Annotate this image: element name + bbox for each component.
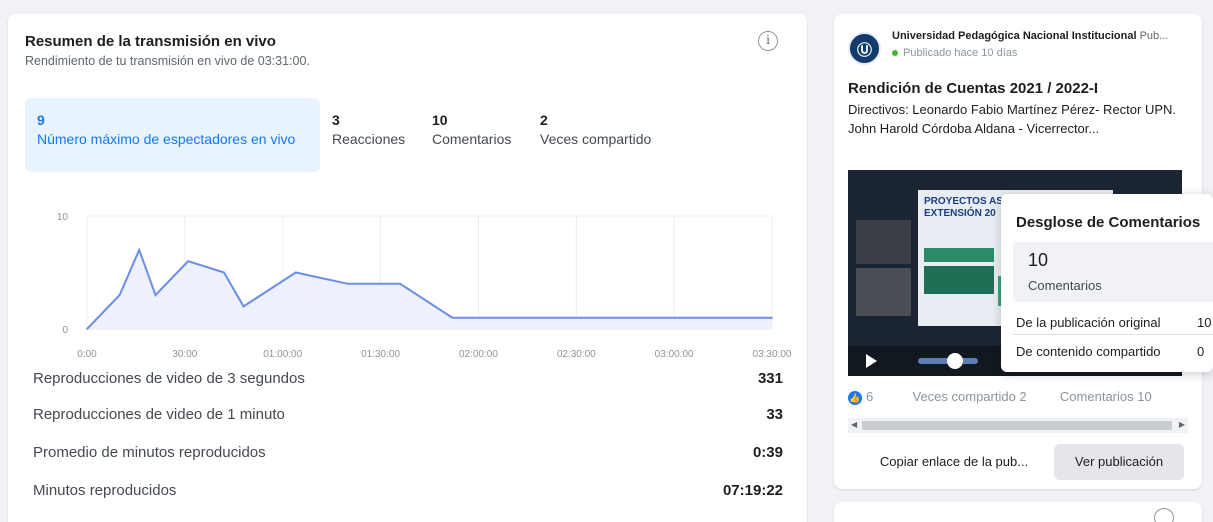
viewers-chart: 0:00 30:00 01:00:00 01:30:00 02:00:00 02:30:0… bbox=[57, 212, 792, 360]
y-tick-label: 0 bbox=[62, 325, 68, 336]
data-point bbox=[771, 316, 773, 319]
popover-row: De la publicación original 10 bbox=[1016, 315, 1211, 330]
tab-comments[interactable]: 10 Comentarios bbox=[420, 98, 528, 172]
page-logo[interactable]: Ⓤ bbox=[848, 32, 881, 65]
popover-row-label: De contenido compartido bbox=[1016, 344, 1161, 359]
popover-row-value: 0 bbox=[1197, 344, 1205, 359]
popover-total-box: 10 Comentarios bbox=[1013, 242, 1213, 302]
comments-breakdown-popover: Desglose de Comentarios 10 Comentarios D… bbox=[1001, 194, 1213, 372]
post-title[interactable]: Rendición de Cuentas 2021 / 2022-I bbox=[848, 80, 1098, 97]
divider bbox=[1013, 334, 1213, 335]
data-point bbox=[154, 294, 157, 296]
stat-value: 33 bbox=[766, 406, 783, 423]
publish-time: Publicado hace 10 días bbox=[903, 47, 1018, 59]
scroll-right-icon[interactable]: ▶ bbox=[1179, 420, 1185, 429]
metric-label: Número máximo de espectadores en vivo bbox=[37, 131, 296, 147]
x-tick-label: 01:00:00 bbox=[263, 349, 302, 360]
popover-row-value: 10 bbox=[1197, 315, 1212, 330]
slide-block bbox=[924, 248, 994, 262]
like-icon: 👍 bbox=[848, 390, 862, 405]
data-point bbox=[242, 305, 245, 308]
metric-value: 9 bbox=[37, 112, 45, 128]
slide-block bbox=[924, 266, 994, 294]
tab-reactions[interactable]: 3 Reacciones bbox=[320, 98, 420, 172]
x-tick-label: 02:00:00 bbox=[459, 349, 498, 360]
volume-knob[interactable] bbox=[947, 353, 963, 369]
data-point bbox=[399, 283, 401, 285]
popover-row-label: De la publicación original bbox=[1016, 315, 1161, 330]
data-point bbox=[118, 294, 121, 296]
play-icon[interactable] bbox=[866, 354, 877, 368]
x-tick-label: 02:30:00 bbox=[557, 349, 596, 360]
stat-value: 331 bbox=[757, 370, 783, 387]
scroll-left-icon[interactable]: ◀ bbox=[851, 420, 857, 429]
x-tick-label: 03:00:00 bbox=[655, 349, 694, 360]
x-tick-label: 30:00 bbox=[172, 349, 197, 360]
stat-label: Reproducciones de video de 3 segundos bbox=[33, 370, 305, 387]
summary-title: Resumen de la transmisión en vivo bbox=[25, 33, 276, 50]
page-name[interactable]: Universidad Pedagógica Nacional Instituc… bbox=[892, 30, 1168, 42]
metric-label: Comentarios bbox=[432, 131, 512, 147]
shares-count[interactable]: Veces compartido 2 bbox=[912, 389, 1026, 404]
x-tick-label: 01:30:00 bbox=[361, 349, 400, 360]
metric-value: 10 bbox=[432, 112, 448, 128]
summary-subtitle: Rendimiento de tu transmisión en vivo de… bbox=[25, 54, 310, 68]
page-name-suffix: Pub... bbox=[1139, 30, 1169, 42]
stat-label: Reproducciones de video de 1 minuto bbox=[33, 406, 285, 423]
data-point bbox=[86, 328, 88, 330]
camera-feed bbox=[856, 268, 911, 316]
data-point bbox=[187, 260, 189, 262]
stat-row: Reproducciones de video de 1 minuto 33 bbox=[33, 406, 783, 430]
stat-row: Promedio de minutos reproducidos 0:39 bbox=[33, 444, 783, 468]
scroll-thumb[interactable] bbox=[862, 421, 1172, 430]
data-point bbox=[347, 283, 349, 285]
stat-row: Reproducciones de video de 3 segundos 33… bbox=[33, 370, 783, 394]
popover-total-label: Comentarios bbox=[1028, 278, 1102, 293]
data-point bbox=[138, 249, 140, 251]
comments-count[interactable]: Comentarios 10 bbox=[1060, 389, 1152, 404]
page-name-text[interactable]: Universidad Pedagógica Nacional Instituc… bbox=[892, 30, 1137, 42]
metric-label: Reacciones bbox=[332, 131, 406, 147]
info-icon[interactable] bbox=[1154, 508, 1174, 522]
popover-total: 10 bbox=[1028, 250, 1049, 270]
data-point bbox=[223, 271, 225, 274]
stat-value: 07:19:22 bbox=[722, 482, 783, 499]
next-post-card bbox=[834, 502, 1202, 522]
camera-feed bbox=[856, 220, 911, 264]
post-description: Directivos: Leonardo Fabio Martínez Pére… bbox=[848, 102, 1177, 136]
live-summary-card: Resumen de la transmisión en vivo Rendim… bbox=[8, 14, 807, 522]
status-dot-icon bbox=[892, 50, 898, 57]
stat-row: Minutos reproducidos 07:19:22 bbox=[33, 482, 783, 506]
copy-link-button[interactable]: Copiar enlace de la pub... bbox=[854, 444, 1054, 480]
metric-label: Veces compartido bbox=[540, 131, 652, 147]
view-post-button[interactable]: Ver publicación bbox=[1054, 444, 1184, 480]
likes-count[interactable]: 6 bbox=[866, 389, 873, 404]
stat-value: 0:39 bbox=[752, 444, 783, 461]
publish-meta: Publicado hace 10 días bbox=[892, 47, 1017, 59]
popover-title: Desglose de Comentarios bbox=[1016, 214, 1201, 231]
tab-shares[interactable]: 2 Veces compartido bbox=[528, 98, 668, 172]
x-tick-label: 03:30:00 bbox=[753, 349, 792, 360]
popover-row: De contenido compartido 0 bbox=[1016, 344, 1204, 359]
data-point bbox=[451, 316, 454, 319]
y-tick-label: 10 bbox=[57, 212, 69, 223]
info-icon[interactable]: i bbox=[758, 31, 778, 51]
metric-value: 3 bbox=[332, 112, 340, 128]
horizontal-scrollbar[interactable]: ◀ ▶ bbox=[848, 418, 1188, 433]
tab-peak-viewers[interactable]: 9 Número máximo de espectadores en vivo bbox=[25, 98, 320, 172]
data-point bbox=[294, 271, 297, 274]
x-tick-label: 0:00 bbox=[77, 349, 97, 360]
metric-value: 2 bbox=[540, 112, 548, 128]
stat-label: Promedio de minutos reproducidos bbox=[33, 444, 266, 461]
post-stats: 👍 6 Veces compartido 2 Comentarios 10 bbox=[848, 389, 1152, 405]
stat-label: Minutos reproducidos bbox=[33, 482, 177, 499]
